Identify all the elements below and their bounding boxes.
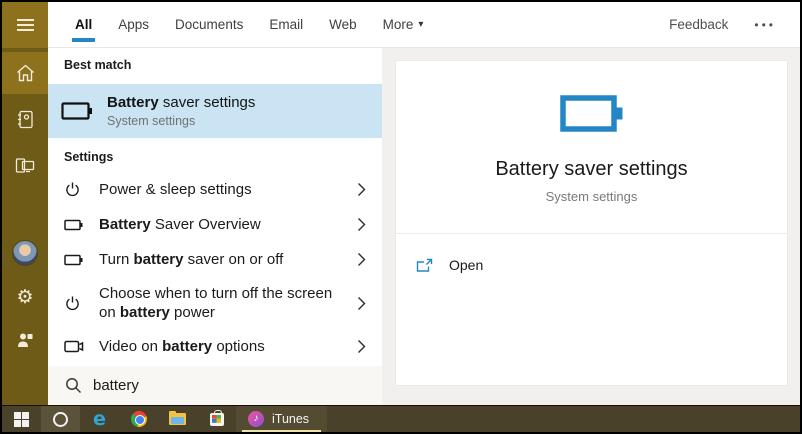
- chevron-right-icon: [357, 217, 366, 232]
- best-match-title: Battery saver settings: [107, 94, 256, 111]
- power-icon: [64, 295, 86, 312]
- cortana-button[interactable]: [41, 406, 80, 432]
- open-action[interactable]: Open: [396, 247, 787, 283]
- open-external-icon: [416, 258, 433, 273]
- notebook-icon: [17, 110, 33, 128]
- edge-icon: e: [93, 407, 106, 430]
- sidebar-item-account[interactable]: [2, 232, 48, 274]
- result-video-battery-options[interactable]: Video on battery options: [48, 329, 382, 364]
- sidebar-item-feedback[interactable]: [2, 318, 48, 360]
- search-results-list: Best match Battery saver settings System…: [48, 48, 382, 366]
- gear-icon: ⚙: [16, 286, 34, 308]
- search-bar: [48, 366, 382, 405]
- search-sidebar: ⚙: [2, 2, 48, 405]
- hamburger-menu-button[interactable]: [2, 2, 48, 48]
- hamburger-icon: [16, 16, 34, 34]
- chevron-right-icon: [357, 296, 366, 311]
- preview-title: Battery saver settings: [495, 158, 688, 180]
- search-icon: [65, 377, 82, 394]
- settings-header: Settings: [64, 150, 114, 164]
- start-button[interactable]: [2, 406, 41, 432]
- power-icon: [64, 181, 86, 198]
- tab-documents[interactable]: Documents: [162, 2, 256, 47]
- windows-search-panel: All Apps Documents Email Web More ▾ Feed…: [0, 0, 802, 434]
- search-filter-bar: All Apps Documents Email Web More ▾ Feed…: [48, 2, 800, 48]
- itunes-icon: ♪: [248, 411, 264, 427]
- cortana-icon: [53, 411, 68, 427]
- result-turn-battery-saver[interactable]: Turn battery saver on or off: [48, 242, 382, 277]
- battery-icon: [64, 219, 86, 231]
- file-explorer-button[interactable]: [158, 406, 197, 432]
- filter-tabs: All Apps Documents Email Web More ▾: [62, 2, 436, 47]
- result-preview-panel: Battery saver settings System settings O…: [382, 48, 800, 405]
- sidebar-item-notebook[interactable]: [2, 98, 48, 140]
- open-label: Open: [449, 257, 484, 273]
- preview-card: Battery saver settings System settings O…: [395, 60, 788, 386]
- chevron-right-icon: [357, 252, 366, 267]
- tab-web[interactable]: Web: [316, 2, 370, 47]
- best-match-result[interactable]: Battery saver settings System settings: [48, 84, 382, 138]
- battery-large-icon: [559, 95, 622, 132]
- sidebar-item-settings[interactable]: ⚙: [2, 276, 48, 318]
- result-choose-screen-off[interactable]: Choose when to turn off the screen on ba…: [48, 277, 382, 329]
- windows-logo-icon: [14, 411, 29, 427]
- chrome-button[interactable]: [119, 406, 158, 432]
- tab-apps[interactable]: Apps: [105, 2, 162, 47]
- home-icon: [16, 64, 34, 82]
- tab-email[interactable]: Email: [256, 2, 316, 47]
- result-power-sleep-settings[interactable]: Power & sleep settings: [48, 172, 382, 207]
- store-button[interactable]: [197, 406, 236, 432]
- divider: [396, 233, 787, 234]
- tab-more[interactable]: More ▾: [370, 2, 437, 47]
- chevron-right-icon: [357, 339, 366, 354]
- chrome-icon: [130, 411, 147, 427]
- sidebar-item-home[interactable]: [2, 52, 48, 94]
- search-input[interactable]: [93, 377, 343, 394]
- battery-icon: [61, 101, 93, 121]
- user-avatar: [12, 240, 38, 266]
- devices-icon: [15, 158, 35, 173]
- sidebar-item-devices[interactable]: [2, 144, 48, 186]
- battery-icon: [64, 254, 86, 266]
- itunes-label: iTunes: [272, 412, 310, 426]
- best-match-subtitle: System settings: [107, 114, 196, 128]
- preview-subtitle: System settings: [545, 189, 638, 204]
- edge-button[interactable]: e: [80, 406, 119, 432]
- feedback-person-icon: [18, 333, 33, 347]
- file-explorer-icon: [169, 411, 186, 425]
- chevron-right-icon: [357, 182, 366, 197]
- result-battery-saver-overview[interactable]: Battery Saver Overview: [48, 207, 382, 242]
- video-camera-icon: [64, 340, 86, 353]
- taskbar: e ♪ iTunes: [2, 405, 800, 432]
- itunes-taskbar-button[interactable]: ♪ iTunes: [236, 406, 328, 432]
- best-match-header: Best match: [64, 58, 132, 72]
- store-icon: [209, 409, 224, 426]
- more-options-icon[interactable]: •••: [754, 18, 776, 32]
- tab-all[interactable]: All: [62, 2, 105, 47]
- feedback-button[interactable]: Feedback: [669, 17, 728, 32]
- chevron-down-icon: ▾: [418, 19, 424, 30]
